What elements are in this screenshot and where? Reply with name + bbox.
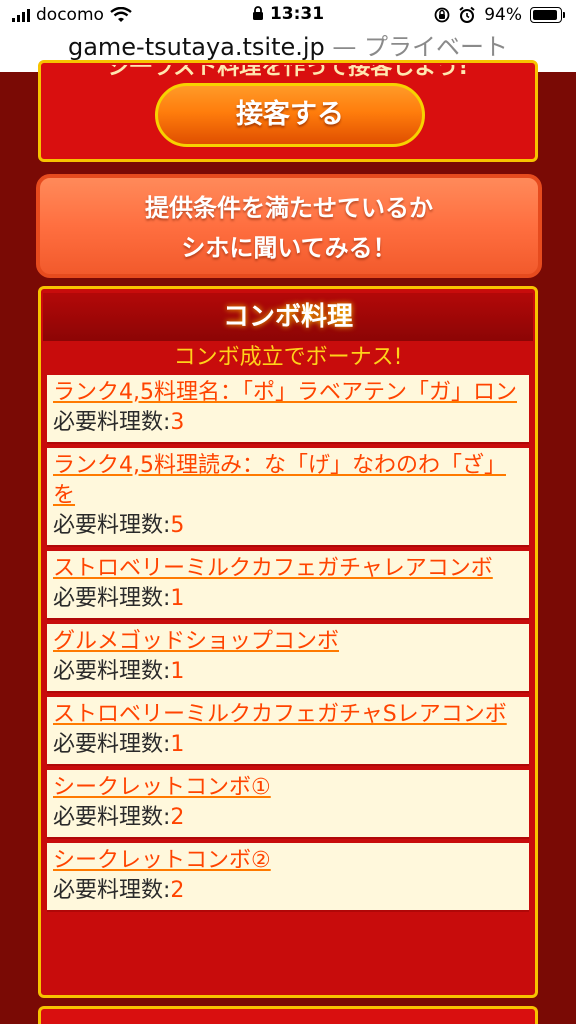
ask-button-line1: 提供条件を満たせているか — [145, 194, 433, 222]
battery-level — [533, 10, 558, 20]
list-item: シークレットコンボ① 必要料理数:2 — [47, 770, 529, 839]
combo-link[interactable]: シークレットコンボ① — [53, 775, 271, 800]
rotation-lock-icon — [434, 7, 450, 23]
combo-link[interactable]: ストロベリーミルクカフェガチャレアコンボ — [53, 556, 493, 581]
required-count: 必要料理数:3 — [53, 408, 523, 438]
next-panel — [38, 1006, 538, 1024]
required-count-value: 1 — [170, 659, 185, 684]
url-host: game-tsutaya.tsite.jp — [67, 33, 325, 61]
required-count-value: 1 — [170, 586, 185, 611]
required-count-label: 必要料理数: — [53, 732, 171, 757]
required-count-label: 必要料理数: — [53, 410, 171, 435]
status-right: 94% — [434, 5, 565, 25]
combo-title: コンボ料理 — [43, 293, 533, 341]
page-content: ジ一ラスト料理を作って接客しよう! 接客する 提供条件を満たせているか シホに聞… — [0, 60, 576, 1024]
serve-button[interactable]: 接客する — [155, 83, 425, 147]
list-item: ランク4,5料理名：「ポ」ラベアテン「ガ」ロン 必要料理数:3 — [47, 375, 529, 444]
list-item: ランク4,5料理読み：な「げ」なわのわ「ざ」を 必要料理数:5 — [47, 448, 529, 547]
combo-list: ランク4,5料理名：「ポ」ラベアテン「ガ」ロン 必要料理数:3 ランク4,5料理… — [47, 375, 529, 916]
required-count-value: 2 — [170, 878, 185, 903]
alarm-icon — [459, 6, 475, 23]
required-count-value: 2 — [170, 805, 185, 830]
required-count: 必要料理数:1 — [53, 730, 523, 760]
required-count-label: 必要料理数: — [53, 878, 171, 903]
required-count-value: 5 — [170, 513, 185, 538]
list-item: グルメゴッドショップコンボ 必要料理数:1 — [47, 624, 529, 693]
combo-link[interactable]: ランク4,5料理読み：な「げ」なわのわ「ざ」を — [53, 453, 506, 508]
private-mode-label: プライベート — [364, 33, 509, 61]
combo-subtitle: コンボ成立でボーナス! — [173, 345, 403, 370]
required-count-label: 必要料理数: — [53, 659, 171, 684]
list-item: ストロベリーミルクカフェガチャSレアコンボ 必要料理数:1 — [47, 697, 529, 766]
required-count: 必要料理数:2 — [53, 876, 523, 906]
required-count: 必要料理数:2 — [53, 803, 523, 833]
required-count-label: 必要料理数: — [53, 805, 171, 830]
serve-panel-text: ジ一ラスト料理を作って接客しよう! — [41, 65, 535, 77]
ask-button-line2: シホに聞いてみる！ — [181, 234, 397, 262]
combo-link[interactable]: ランク4,5料理名：「ポ」ラベアテン「ガ」ロン — [53, 380, 517, 405]
battery-icon — [530, 7, 565, 23]
status-bar: docomo 13:31 94% — [0, 0, 576, 32]
combo-link[interactable]: ストロベリーミルクカフェガチャSレアコンボ — [53, 702, 507, 727]
required-count-label: 必要料理数: — [53, 586, 171, 611]
combo-link[interactable]: シークレットコンボ② — [53, 848, 271, 873]
required-count-value: 3 — [170, 410, 185, 435]
serve-panel: ジ一ラスト料理を作って接客しよう! 接客する — [38, 60, 538, 162]
required-count: 必要料理数:5 — [53, 511, 523, 541]
battery-percent: 94% — [484, 5, 522, 25]
required-count: 必要料理数:1 — [53, 584, 523, 614]
required-count: 必要料理数:1 — [53, 657, 523, 687]
required-count-value: 1 — [170, 732, 185, 757]
lock-icon — [252, 6, 263, 20]
required-count-label: 必要料理数: — [53, 513, 171, 538]
combo-link[interactable]: グルメゴッドショップコンボ — [53, 629, 339, 654]
combo-panel: コンボ料理 コンボ成立でボーナス! ランク4,5料理名：「ポ」ラベアテン「ガ」ロ… — [38, 286, 538, 998]
list-item: ストロベリーミルクカフェガチャレアコンボ 必要料理数:1 — [47, 551, 529, 620]
list-item: シークレットコンボ② 必要料理数:2 — [47, 843, 529, 912]
url-separator: — — [324, 33, 365, 61]
status-time: 13:31 — [269, 4, 325, 24]
ask-shiho-button[interactable]: 提供条件を満たせているか シホに聞いてみる！ — [36, 174, 542, 278]
